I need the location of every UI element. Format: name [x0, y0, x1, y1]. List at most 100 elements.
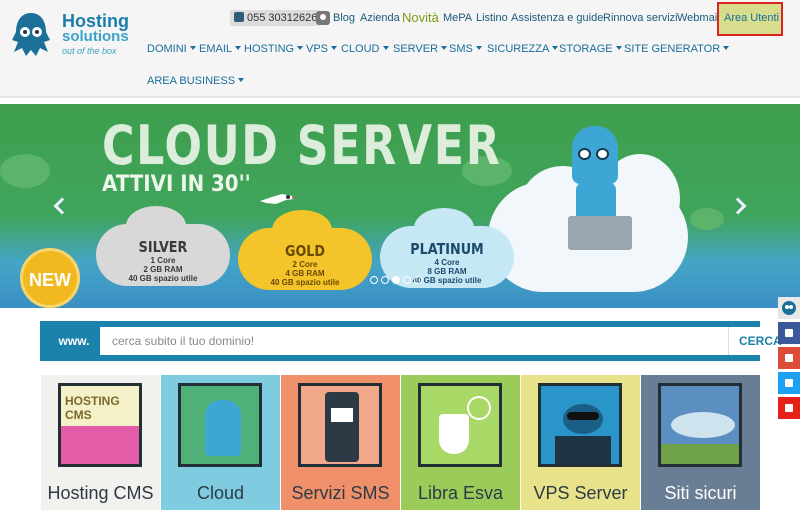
- plan-platinum-space: 40 GB spazio utile: [412, 276, 482, 285]
- domain-search-bar: www. CERCA: [40, 321, 792, 361]
- nav-area-business[interactable]: AREA BUSINESS: [147, 75, 245, 87]
- plan-gold-space: 40 GB spazio utile: [270, 278, 340, 287]
- tile-cloud-label: Cloud: [196, 483, 245, 503]
- plan-platinum-ram: 8 GB RAM: [427, 267, 467, 276]
- social-facebook[interactable]: [778, 322, 800, 344]
- link-webmail[interactable]: Webmail: [677, 12, 720, 24]
- slider-dot[interactable]: [370, 276, 378, 284]
- new-badge: NEW: [20, 248, 80, 308]
- laptop-icon: [568, 216, 632, 250]
- chevron-down-icon: [552, 46, 559, 50]
- nav-storage-label: STORAGE: [559, 43, 613, 55]
- sunglasses-icon: [567, 412, 599, 420]
- chevron-down-icon: [297, 46, 304, 50]
- smartphone-icon: [325, 392, 359, 462]
- tile-hosting-cms-inner-text: HOSTING CMS: [65, 394, 120, 422]
- nav-server[interactable]: SERVER: [393, 43, 448, 55]
- nav-domini[interactable]: DOMINI: [147, 43, 196, 55]
- tile-image-fill: [61, 426, 139, 464]
- envelope-icon: [331, 408, 353, 422]
- plan-gold[interactable]: GOLD 2 Core 4 GB RAM 40 GB spazio utile: [238, 210, 372, 290]
- tile-cloud[interactable]: Cloud: [161, 375, 280, 510]
- nav-vps[interactable]: VPS: [306, 43, 338, 55]
- bg-cloud: [0, 154, 50, 188]
- slider-dot[interactable]: [403, 276, 411, 284]
- slider-prev-icon[interactable]: [53, 197, 71, 215]
- plan-gold-name: GOLD: [284, 242, 326, 260]
- plan-silver-name: SILVER: [138, 238, 188, 256]
- chevron-down-icon: [441, 46, 448, 50]
- banner-subtitle: ATTIVI IN 30'': [102, 172, 251, 197]
- slider-dot[interactable]: [381, 276, 389, 284]
- nav-cloud-label: CLOUD: [341, 43, 380, 55]
- nav-sicurezza[interactable]: SICUREZZA: [487, 43, 559, 55]
- slider-next-icon[interactable]: [729, 197, 747, 215]
- hero-banner[interactable]: CLOUD SERVER ATTIVI IN 30'' SILVER 1 Cor…: [0, 104, 800, 308]
- tile-libra-esva-label: Libra Esva: [417, 483, 504, 503]
- nav-server-label: SERVER: [393, 43, 439, 55]
- social-google-plus[interactable]: [778, 347, 800, 369]
- ground: [661, 444, 739, 464]
- nav-sicurezza-label: SICUREZZA: [487, 43, 550, 55]
- site-header: Hosting solutions out of the box 055 303…: [0, 0, 800, 98]
- site-logo[interactable]: Hosting solutions out of the box: [6, 10, 129, 60]
- link-novita[interactable]: Novità: [402, 10, 439, 25]
- link-blog[interactable]: Blog: [333, 12, 355, 24]
- phone-number[interactable]: 055 30312626: [230, 10, 322, 26]
- phone-number-text: 055 30312626: [247, 12, 318, 24]
- domain-search-input[interactable]: [100, 327, 728, 355]
- flying-mascot-icon: [671, 412, 735, 438]
- nav-email[interactable]: EMAIL: [199, 43, 242, 55]
- nav-site-generator[interactable]: SITE GENERATOR: [624, 43, 730, 55]
- nav-site-generator-label: SITE GENERATOR: [624, 43, 721, 55]
- mascot-icon: [782, 301, 796, 315]
- link-assistenza-guide[interactable]: Assistenza e guide: [511, 12, 603, 24]
- tile-servizi-sms[interactable]: Servizi SMS: [281, 375, 400, 510]
- slider-dot[interactable]: [414, 276, 422, 284]
- tile-libra-esva-image: [418, 383, 502, 467]
- link-mepa[interactable]: MePA: [443, 12, 472, 24]
- tile-siti-sicuri-label: Siti sicuri: [664, 483, 737, 503]
- blog-icon[interactable]: [316, 11, 330, 25]
- mascot-icon: [205, 400, 241, 456]
- net-icon: [467, 396, 491, 420]
- link-listino[interactable]: Listino: [476, 12, 508, 24]
- social-twitter[interactable]: [778, 372, 800, 394]
- nav-cloud[interactable]: CLOUD: [341, 43, 389, 55]
- plan-platinum[interactable]: PLATINUM 4 Core 8 GB RAM 40 GB spazio ut…: [380, 208, 514, 288]
- link-rinnova-servizi[interactable]: Rinnova servizi: [603, 12, 678, 24]
- social-youtube[interactable]: [778, 397, 800, 419]
- tile-vps-server[interactable]: VPS Server: [521, 375, 640, 510]
- chevron-down-icon: [189, 46, 196, 50]
- tile-siti-sicuri[interactable]: Siti sicuri: [641, 375, 760, 510]
- tile-libra-esva[interactable]: Libra Esva: [401, 375, 520, 510]
- tile-vps-server-image: [538, 383, 622, 467]
- social-mascot[interactable]: [778, 297, 800, 319]
- slider-dot-active[interactable]: [392, 276, 400, 284]
- nav-sms[interactable]: SMS: [449, 43, 482, 55]
- logo-tagline: out of the box: [62, 46, 117, 56]
- plan-platinum-core: 4 Core: [434, 258, 460, 267]
- chevron-down-icon: [723, 46, 730, 50]
- mascot-logo-icon: [12, 13, 50, 56]
- glasses-icon: [578, 148, 612, 160]
- tile-hosting-cms[interactable]: HOSTING CMS Hosting CMS: [41, 375, 160, 510]
- google-plus-icon: [785, 354, 793, 362]
- area-utenti-button[interactable]: Area Utenti: [717, 2, 783, 36]
- link-azienda[interactable]: Azienda: [360, 12, 400, 24]
- suit: [555, 436, 611, 464]
- nav-vps-label: VPS: [306, 43, 329, 55]
- plan-silver[interactable]: SILVER 1 Core 2 GB RAM 40 GB spazio util…: [96, 206, 230, 286]
- twitter-icon: [785, 379, 793, 387]
- tile-hosting-cms-image: HOSTING CMS: [58, 383, 142, 467]
- tile-siti-sicuri-image: [658, 383, 742, 467]
- nav-area-business-label: AREA BUSINESS: [147, 75, 236, 87]
- chevron-down-icon: [238, 78, 245, 82]
- nav-storage[interactable]: STORAGE: [559, 43, 622, 55]
- facebook-icon: [785, 329, 793, 337]
- tile-hosting-cms-label: Hosting CMS: [47, 483, 154, 503]
- plan-platinum-name: PLATINUM: [410, 240, 484, 258]
- plan-silver-core: 1 Core: [150, 256, 176, 265]
- nav-hosting[interactable]: HOSTING: [244, 43, 304, 55]
- plan-gold-ram: 4 GB RAM: [285, 269, 325, 278]
